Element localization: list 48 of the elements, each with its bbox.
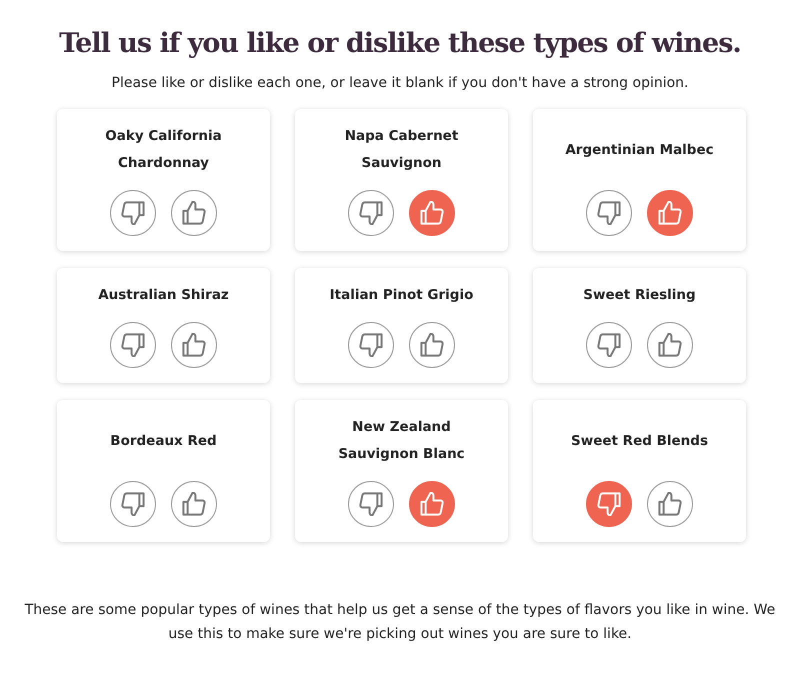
thumbs-down-icon bbox=[597, 333, 621, 357]
dislike-button[interactable] bbox=[348, 190, 394, 236]
dislike-button[interactable] bbox=[586, 322, 632, 368]
thumbs-up-icon bbox=[182, 492, 206, 516]
like-button[interactable] bbox=[647, 190, 693, 236]
thumbs-up-icon bbox=[420, 492, 444, 516]
thumbs-up-icon bbox=[420, 201, 444, 225]
thumbs-up-icon bbox=[182, 333, 206, 357]
wine-name: Sweet Red Blends bbox=[570, 432, 709, 450]
wine-name: Argentinian Malbec bbox=[564, 140, 715, 160]
thumbs-up-icon bbox=[658, 333, 682, 357]
like-button[interactable] bbox=[171, 322, 217, 368]
dislike-button[interactable] bbox=[586, 481, 632, 527]
thumbs-up-icon bbox=[658, 201, 682, 225]
dislike-button[interactable] bbox=[110, 481, 156, 527]
thumbs-down-icon bbox=[121, 492, 145, 516]
wine-name: Napa Cabernet Sauvignon bbox=[344, 127, 460, 173]
thumbs-down-icon bbox=[121, 201, 145, 225]
like-button[interactable] bbox=[409, 190, 455, 236]
dislike-button[interactable] bbox=[110, 190, 156, 236]
like-button[interactable] bbox=[647, 322, 693, 368]
dislike-button[interactable] bbox=[586, 190, 632, 236]
instructions-text: Please like or dislike each one, or leave it blank if you don't have a strong opinion. bbox=[110, 75, 690, 91]
like-button[interactable] bbox=[409, 322, 455, 368]
dislike-button[interactable] bbox=[348, 481, 394, 527]
thumbs-down-icon bbox=[359, 333, 383, 357]
wine-name: Italian Pinot Grigio bbox=[328, 286, 474, 305]
thumbs-down-icon bbox=[597, 201, 621, 225]
thumbs-down-icon bbox=[121, 333, 145, 357]
wine-name: New Zealand Sauvignon Blanc bbox=[337, 418, 466, 464]
explanation-text: These are some popular types of wines that help us get a sense of the types of flavors you like in wine. We use this to make sure we're picking out wines you are sure to like. bbox=[24, 601, 776, 644]
thumbs-up-icon bbox=[658, 492, 682, 516]
thumbs-up-icon bbox=[420, 333, 444, 357]
like-button[interactable] bbox=[409, 481, 455, 527]
like-button[interactable] bbox=[171, 481, 217, 527]
like-button[interactable] bbox=[171, 190, 217, 236]
wine-name: Oaky California Chardonnay bbox=[104, 127, 223, 173]
page-title: Tell us if you like or dislike these types of wines. bbox=[58, 27, 742, 61]
thumbs-down-icon bbox=[359, 492, 383, 516]
like-button[interactable] bbox=[647, 481, 693, 527]
wine-name: Australian Shiraz bbox=[97, 286, 230, 305]
dislike-button[interactable] bbox=[348, 322, 394, 368]
thumbs-down-icon bbox=[597, 492, 621, 516]
thumbs-up-icon bbox=[182, 201, 206, 225]
wine-name: Bordeaux Red bbox=[109, 432, 218, 450]
wine-name: Sweet Riesling bbox=[582, 286, 697, 305]
dislike-button[interactable] bbox=[110, 322, 156, 368]
thumbs-down-icon bbox=[359, 201, 383, 225]
